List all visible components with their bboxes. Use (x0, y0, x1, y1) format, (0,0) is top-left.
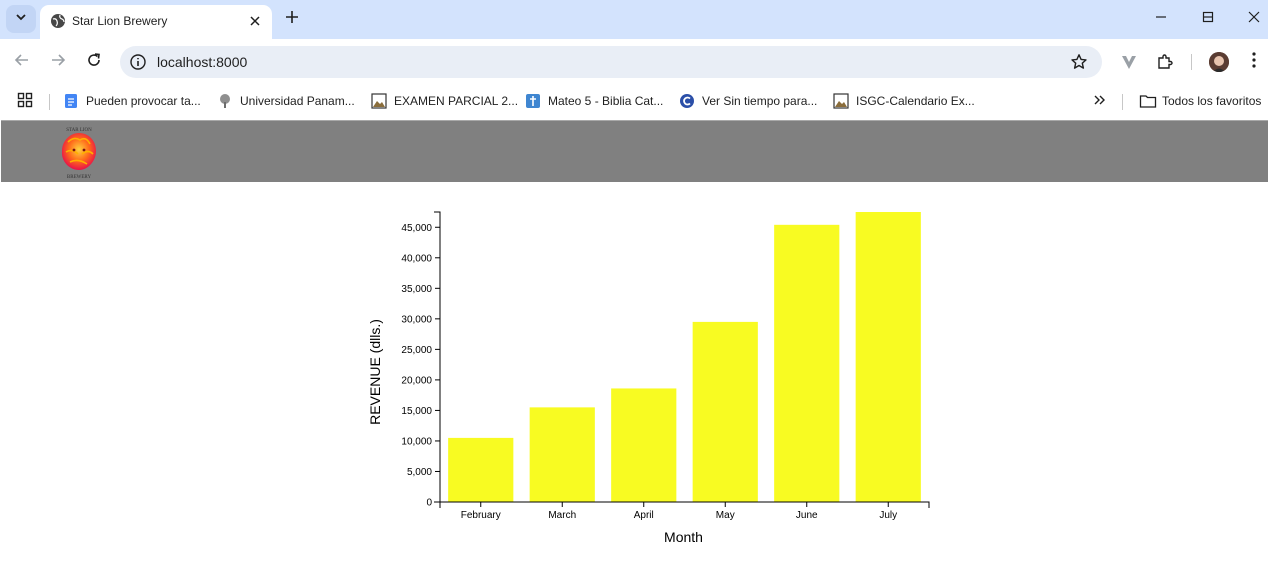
new-tab-button[interactable] (282, 9, 302, 29)
arrow-left-icon (14, 52, 30, 73)
x-tick-label: July (879, 510, 897, 521)
x-tick-label: June (796, 510, 818, 521)
y-axis-label: REVENUE (dlls.) (367, 319, 383, 425)
close-window-button[interactable] (1244, 9, 1264, 29)
bookmarks-bar: Pueden provocar ta... Universidad Panam.… (0, 85, 1268, 119)
y-tick-label: 5,000 (407, 467, 432, 478)
y-tick-label: 20,000 (401, 375, 432, 386)
bookmark-label: EXAMEN PARCIAL 2... (394, 94, 519, 108)
maximize-icon (1202, 10, 1214, 28)
extensions-puzzle-icon[interactable] (1155, 52, 1175, 72)
forward-button[interactable] (47, 51, 69, 73)
address-bar[interactable]: localhost:8000 (120, 46, 1102, 78)
site-info-icon[interactable] (129, 53, 147, 76)
bookmark-label: ISGC-Calendario Ex... (856, 94, 975, 108)
more-menu-button[interactable] (1244, 51, 1264, 73)
bar-june (774, 224, 840, 502)
c-logo-icon (679, 93, 695, 109)
logo-bottom-text: BREWERY (67, 175, 92, 180)
y-tick-label: 30,000 (401, 314, 432, 325)
reload-button[interactable] (83, 51, 105, 73)
globe-icon (50, 13, 66, 34)
y-tick-label: 35,000 (401, 284, 432, 295)
bookmark-item[interactable]: ISGC-Calendario Ex... (833, 91, 975, 111)
bar-may (692, 321, 758, 502)
minimize-icon (1155, 10, 1167, 28)
all-bookmarks-label: Todos los favoritos (1162, 94, 1262, 108)
bible-icon (525, 93, 541, 109)
profile-avatar[interactable] (1209, 52, 1229, 72)
bar-april (611, 388, 677, 502)
bookmark-item[interactable]: EXAMEN PARCIAL 2... (371, 91, 518, 111)
back-button[interactable] (11, 51, 33, 73)
maximize-button[interactable] (1198, 9, 1218, 29)
kebab-menu-icon (1252, 51, 1256, 73)
bar-chart-svg: February March April May June July 0 5,000 10,00… (367, 211, 930, 545)
tab-title: Star Lion Brewery (72, 14, 168, 28)
x-tick-label: February (461, 510, 501, 521)
bookmark-item[interactable]: Pueden provocar ta... (63, 91, 201, 111)
double-chevron-right-icon (1092, 93, 1106, 110)
y-tick-label: 25,000 (401, 345, 432, 356)
close-icon (1248, 10, 1260, 28)
x-tick-label: May (716, 510, 735, 521)
chevron-down-icon (15, 10, 27, 28)
tab-search-button[interactable] (6, 5, 36, 33)
star-lion-logo[interactable]: STAR LION BREWERY (56, 124, 102, 180)
tab-strip: Star Lion Brewery (0, 0, 1268, 39)
arrow-right-icon (50, 52, 66, 73)
bookmark-divider (49, 94, 50, 110)
more-bookmarks-button[interactable] (1092, 91, 1106, 111)
url-text: localhost:8000 (157, 54, 248, 70)
folder-icon (1139, 93, 1157, 109)
bar-july (855, 212, 921, 502)
plus-icon (285, 10, 299, 29)
close-tab-icon[interactable] (246, 12, 264, 30)
docs-icon (63, 93, 79, 109)
bar-march (529, 407, 595, 502)
page-header: STAR LION BREWERY (1, 120, 1268, 182)
bookmark-label: Universidad Panam... (240, 94, 355, 108)
bar-february (448, 437, 514, 502)
revenue-chart: February March April May June July 0 5,000 10,00… (0, 182, 1268, 558)
x-axis-line (439, 501, 930, 508)
bookmark-item[interactable]: Ver Sin tiempo para... (679, 91, 817, 111)
bookmark-divider (1122, 94, 1123, 110)
logo-top-text: STAR LION (66, 128, 92, 133)
tree-logo-icon (217, 93, 233, 109)
apps-grid-icon (17, 92, 33, 111)
image-icon (371, 93, 387, 109)
image-icon (833, 93, 849, 109)
bookmark-label: Mateo 5 - Biblia Cat... (548, 94, 664, 108)
browser-tab[interactable]: Star Lion Brewery (40, 5, 272, 39)
browser-toolbar: localhost:8000 (0, 39, 1268, 85)
y-axis-line (434, 211, 441, 503)
y-tick-label: 10,000 (401, 436, 432, 447)
minimize-button[interactable] (1151, 9, 1171, 29)
bookmark-item[interactable]: Mateo 5 - Biblia Cat... (525, 91, 663, 111)
y-tick-label: 45,000 (401, 223, 432, 234)
y-tick-label: 15,000 (401, 406, 432, 417)
star-icon[interactable] (1070, 53, 1088, 76)
vpn-extension-icon[interactable] (1119, 52, 1139, 72)
plot-area: February March April May June July 0 5,000 10,00… (401, 211, 930, 521)
bookmark-item[interactable]: Universidad Panam... (217, 91, 355, 111)
x-tick-label: April (634, 510, 654, 521)
y-tick-label: 40,000 (401, 253, 432, 264)
all-bookmarks-folder[interactable]: Todos los favoritos (1139, 91, 1261, 111)
bookmark-label: Ver Sin tiempo para... (702, 94, 818, 108)
apps-button[interactable] (17, 91, 33, 111)
toolbar-divider (1191, 54, 1192, 70)
reload-icon (86, 52, 102, 73)
x-tick-label: March (548, 510, 576, 521)
bookmark-label: Pueden provocar ta... (86, 94, 201, 108)
y-tick-label: 0 (426, 498, 432, 509)
x-axis-label: Month (664, 529, 703, 545)
